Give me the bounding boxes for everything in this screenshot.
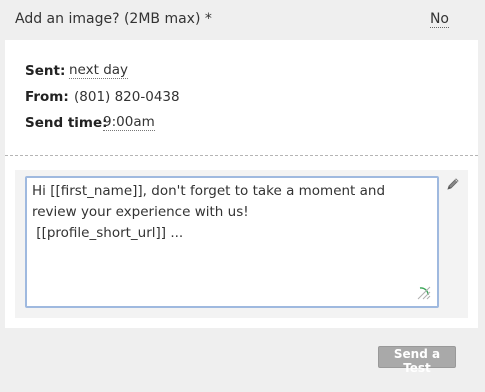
message-textarea[interactable]: Hi [[first_name]], don't forget to take … [25, 176, 439, 308]
message-card: Sent: next day From: (801) 820-0438 Send… [5, 40, 478, 328]
sent-value[interactable]: next day [69, 62, 129, 79]
sent-label: Sent: [25, 63, 66, 79]
from-label: From: [25, 89, 69, 105]
message-editor: Hi [[first_name]], don't forget to take … [15, 170, 468, 318]
send-time-value[interactable]: 9:00am [103, 114, 155, 131]
send-test-button[interactable]: Send a Test [378, 346, 456, 375]
from-value: (801) 820-0438 [74, 89, 180, 105]
image-upload-row: Add an image? (2MB max) * No [0, 0, 485, 40]
pencil-icon[interactable] [445, 176, 461, 192]
image-upload-toggle[interactable]: No [429, 11, 449, 28]
resize-handle-icon[interactable] [417, 286, 431, 300]
send-time-label: Send time: [25, 115, 108, 131]
image-upload-label: Add an image? (2MB max) * [15, 11, 212, 27]
section-divider [5, 155, 478, 156]
